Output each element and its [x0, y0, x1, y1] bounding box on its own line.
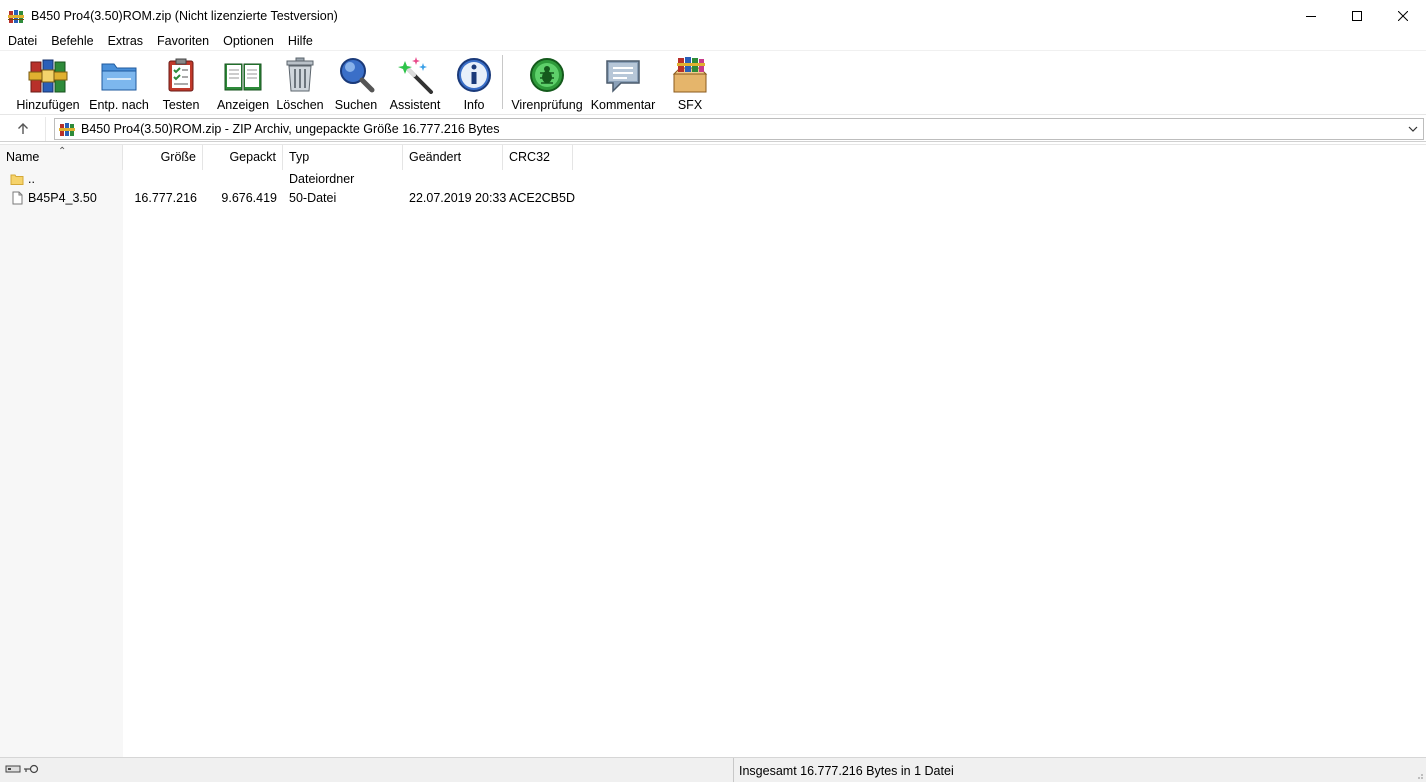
close-button[interactable] [1380, 0, 1426, 31]
column-size[interactable]: Größe [123, 145, 203, 170]
path-combobox[interactable]: B450 Pro4(3.50)ROM.zip - ZIP Archiv, ung… [54, 118, 1424, 140]
address-bar: B450 Pro4(3.50)ROM.zip - ZIP Archiv, ung… [0, 116, 1426, 142]
column-header: ⌃ Name Größe Gepackt Typ Geändert CRC32 [0, 145, 1426, 170]
chevron-down-icon[interactable] [1406, 122, 1420, 136]
arrow-up-icon [17, 122, 28, 134]
status-bar: Insgesamt 16.777.216 Bytes in 1 Datei [0, 757, 1426, 782]
file-packed [203, 170, 283, 189]
menu-extras[interactable]: Extras [101, 31, 150, 51]
file-crc32: ACE2CB5D [509, 191, 575, 205]
comment-label: Kommentar [590, 98, 656, 112]
info-button[interactable]: Info [452, 52, 496, 112]
name-column-background [0, 145, 123, 757]
file-name-cell: B45P4_3.50 [4, 189, 123, 208]
view-label: Anzeigen [216, 98, 270, 112]
column-packed[interactable]: Gepackt [203, 145, 283, 170]
column-type-label: Typ [289, 150, 310, 164]
up-button[interactable] [0, 116, 46, 141]
comment-button[interactable]: Kommentar [588, 52, 658, 112]
menu-optionen[interactable]: Optionen [216, 31, 281, 51]
key-icon[interactable] [23, 763, 39, 775]
file-name: B45P4_3.50 [28, 191, 97, 205]
file-packed: 9.676.419 [221, 191, 277, 205]
maximize-button[interactable] [1334, 0, 1380, 31]
sfx-box-icon [670, 56, 710, 94]
column-modified[interactable]: Geändert [403, 145, 503, 170]
view-book-icon [223, 56, 263, 94]
menu-favoriten[interactable]: Favoriten [150, 31, 216, 51]
list-item-parent-folder[interactable]: .. Dateiordner [0, 170, 1426, 189]
toolbar: Hinzufügen Entp. nach Testen Anzeigen Lö… [0, 52, 1426, 115]
find-button[interactable]: Suchen [330, 52, 382, 112]
menu-bar: Datei Befehle Extras Favoriten Optionen … [0, 31, 1426, 51]
magnifier-icon [336, 56, 376, 94]
file-size [123, 170, 203, 189]
wizard-button[interactable]: Assistent [384, 52, 446, 112]
add-archive-icon [28, 56, 68, 94]
test-button[interactable]: Testen [158, 52, 204, 112]
view-button[interactable]: Anzeigen [214, 52, 272, 112]
close-icon [1398, 10, 1408, 21]
window-title: B450 Pro4(3.50)ROM.zip (Nicht lizenziert… [31, 8, 338, 23]
file-type: 50-Datei [289, 191, 337, 205]
title-bar: B450 Pro4(3.50)ROM.zip (Nicht lizenziert… [0, 0, 1426, 31]
file-size: 16.777.216 [134, 191, 197, 205]
archive-path-text: B450 Pro4(3.50)ROM.zip - ZIP Archiv, ung… [81, 122, 500, 136]
add-button[interactable]: Hinzufügen [14, 52, 82, 112]
sfx-label: SFX [677, 98, 703, 112]
info-icon [454, 56, 494, 94]
test-clipboard-icon [161, 56, 201, 94]
info-label: Info [463, 98, 485, 112]
file-list: ⌃ Name Größe Gepackt Typ Geändert CRC32 … [0, 144, 1426, 757]
column-size-label: Größe [160, 150, 196, 164]
file-modified: 22.07.2019 20:33 [409, 191, 507, 205]
test-label: Testen [162, 98, 200, 112]
file-name: .. [28, 172, 35, 186]
menu-datei[interactable]: Datei [0, 31, 44, 51]
list-item-file[interactable]: B45P4_3.50 16.777.216 9.676.419 50-Datei… [0, 189, 1426, 208]
resize-grip-icon[interactable] [1414, 770, 1424, 780]
wizard-label: Assistent [389, 98, 441, 112]
maximize-icon [1352, 10, 1362, 21]
extract-to-button[interactable]: Entp. nach [82, 52, 156, 112]
virus-scan-button[interactable]: Virenprüfung [510, 52, 584, 112]
find-label: Suchen [334, 98, 378, 112]
menu-hilfe[interactable]: Hilfe [281, 31, 320, 51]
folder-icon [10, 174, 24, 185]
add-label: Hinzufügen [16, 98, 80, 112]
column-name[interactable]: ⌃ Name [0, 145, 123, 170]
toolbar-separator [502, 55, 503, 109]
column-type[interactable]: Typ [283, 145, 403, 170]
column-packed-label: Gepackt [229, 150, 276, 164]
wizard-wand-icon [395, 56, 435, 94]
minimize-icon [1306, 15, 1316, 17]
zip-archive-icon [59, 121, 75, 137]
status-summary: Insgesamt 16.777.216 Bytes in 1 Datei [733, 758, 954, 782]
file-modified [403, 170, 503, 189]
column-crc32-label: CRC32 [509, 150, 550, 164]
column-name-label: Name [6, 150, 40, 164]
file-icon [12, 191, 23, 205]
menu-befehle[interactable]: Befehle [44, 31, 100, 51]
file-crc32 [503, 170, 573, 189]
sfx-button[interactable]: SFX [664, 52, 716, 112]
comment-icon [603, 56, 643, 94]
file-name-cell: .. [4, 170, 123, 189]
virus-scan-label: Virenprüfung [511, 98, 583, 112]
minimize-button[interactable] [1288, 0, 1334, 31]
file-type: Dateiordner [289, 172, 355, 186]
column-modified-label: Geändert [409, 150, 462, 164]
delete-label: Löschen [276, 98, 324, 112]
column-crc32[interactable]: CRC32 [503, 145, 573, 170]
extract-to-icon [99, 56, 139, 94]
winrar-app-icon[interactable] [8, 8, 24, 24]
drive-icon[interactable] [5, 763, 21, 775]
virus-scan-icon [527, 56, 567, 94]
extract-to-label: Entp. nach [89, 98, 149, 112]
sort-ascending-icon: ⌃ [58, 146, 67, 157]
delete-button[interactable]: Löschen [272, 52, 328, 112]
trash-icon [280, 56, 320, 94]
